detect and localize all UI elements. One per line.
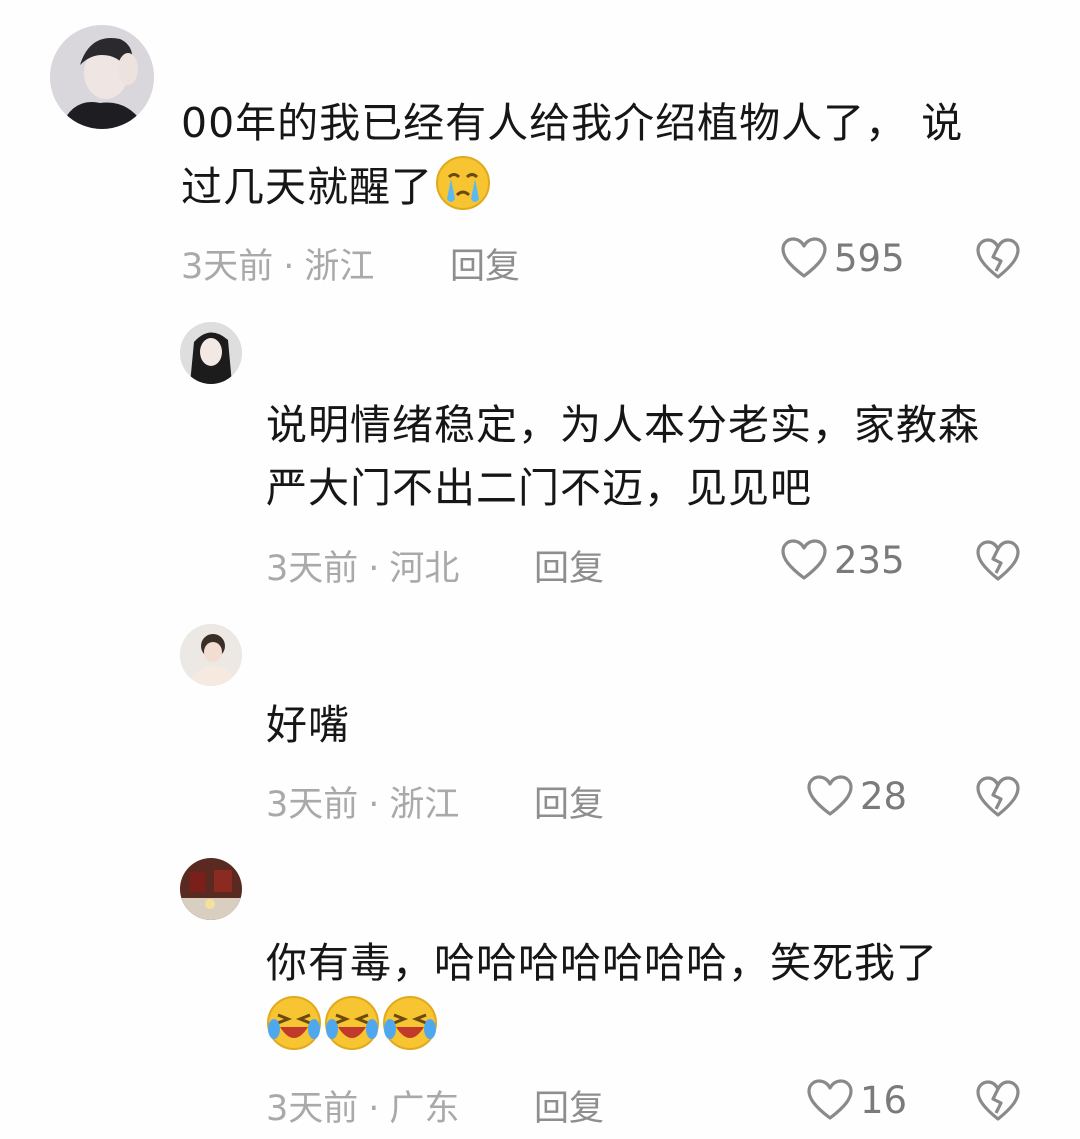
avatar-image	[180, 322, 242, 384]
comment-time: 3天前	[266, 785, 359, 825]
like-count: 235	[834, 538, 905, 582]
comment-text: 00年的我已经有人给我介绍植物人了， 说 过几天就醒了	[181, 92, 963, 219]
comment-text-line-1: 00年的我已经有人给我介绍植物人了， 说	[181, 99, 964, 147]
reply-button[interactable]: 回复	[534, 540, 604, 591]
comment-meta: 3天前 · 河北	[266, 540, 459, 591]
broken-heart-icon	[976, 238, 1020, 279]
reply-button[interactable]: 回复	[534, 776, 604, 827]
reply-button[interactable]: 回复	[534, 1080, 604, 1131]
comment-meta: 3天前 · 广东	[266, 1080, 459, 1131]
like-count: 28	[860, 774, 908, 818]
like-button[interactable]: 595	[780, 236, 905, 280]
meta-separator: ·	[368, 785, 380, 825]
dislike-button[interactable]	[975, 775, 1021, 819]
comment-text-line-1: 你有毒，哈哈哈哈哈哈哈，笑死我了	[266, 939, 938, 987]
avatar[interactable]	[180, 322, 242, 384]
comment-text-line-1: 好嘴	[266, 701, 350, 749]
avatar-image	[180, 624, 242, 686]
comment-location: 浙江	[304, 247, 375, 287]
laughing-crying-emoji-icon	[324, 995, 380, 1051]
comment-text-line-2: 严大门不出二门不迈，见见吧	[266, 464, 812, 512]
heart-icon	[807, 775, 853, 816]
avatar-image	[50, 25, 154, 129]
like-button[interactable]: 16	[806, 1078, 907, 1122]
broken-heart-icon	[976, 776, 1020, 817]
comment-text-line-1: 说明情绪稳定，为人本分老实，家教森	[266, 401, 980, 449]
dislike-button[interactable]	[975, 237, 1021, 281]
comment-location: 广东	[389, 1089, 460, 1129]
comment-text-line-2: 过几天就醒了	[181, 155, 963, 219]
comment-time: 3天前	[266, 549, 359, 589]
comment-meta: 3天前 · 浙江	[266, 776, 459, 827]
comment-time: 3天前	[266, 1089, 359, 1129]
broken-heart-icon	[976, 540, 1020, 581]
like-count: 595	[834, 236, 905, 280]
comment-text: 好嘴	[266, 694, 350, 757]
comment-meta: 3天前 · 浙江	[181, 238, 374, 289]
meta-separator: ·	[283, 247, 295, 287]
heart-icon	[807, 1079, 853, 1120]
emoji-row	[266, 995, 938, 1058]
heart-icon	[781, 539, 827, 580]
comment-time: 3天前	[181, 247, 274, 287]
broken-heart-icon	[976, 1080, 1020, 1121]
like-button[interactable]: 28	[806, 774, 907, 818]
like-count: 16	[860, 1078, 908, 1122]
comment-location: 河北	[389, 549, 460, 589]
laughing-crying-emoji-icon	[382, 995, 438, 1051]
like-button[interactable]: 235	[780, 538, 905, 582]
comment-text: 你有毒，哈哈哈哈哈哈哈，笑死我了	[266, 932, 938, 1058]
avatar[interactable]	[180, 624, 242, 686]
dislike-button[interactable]	[975, 539, 1021, 583]
dislike-button[interactable]	[975, 1079, 1021, 1123]
avatar-image	[180, 858, 242, 920]
avatar[interactable]	[180, 858, 242, 920]
laughing-crying-emoji-icon	[266, 995, 322, 1051]
meta-separator: ·	[368, 549, 380, 589]
heart-icon	[781, 237, 827, 278]
crying-emoji-icon	[435, 155, 491, 211]
meta-separator: ·	[368, 1089, 380, 1129]
comment-location: 浙江	[389, 785, 460, 825]
avatar[interactable]	[50, 25, 154, 129]
comment-text: 说明情绪稳定，为人本分老实，家教森 严大门不出二门不迈，见见吧	[266, 394, 980, 520]
reply-button[interactable]: 回复	[450, 238, 520, 289]
